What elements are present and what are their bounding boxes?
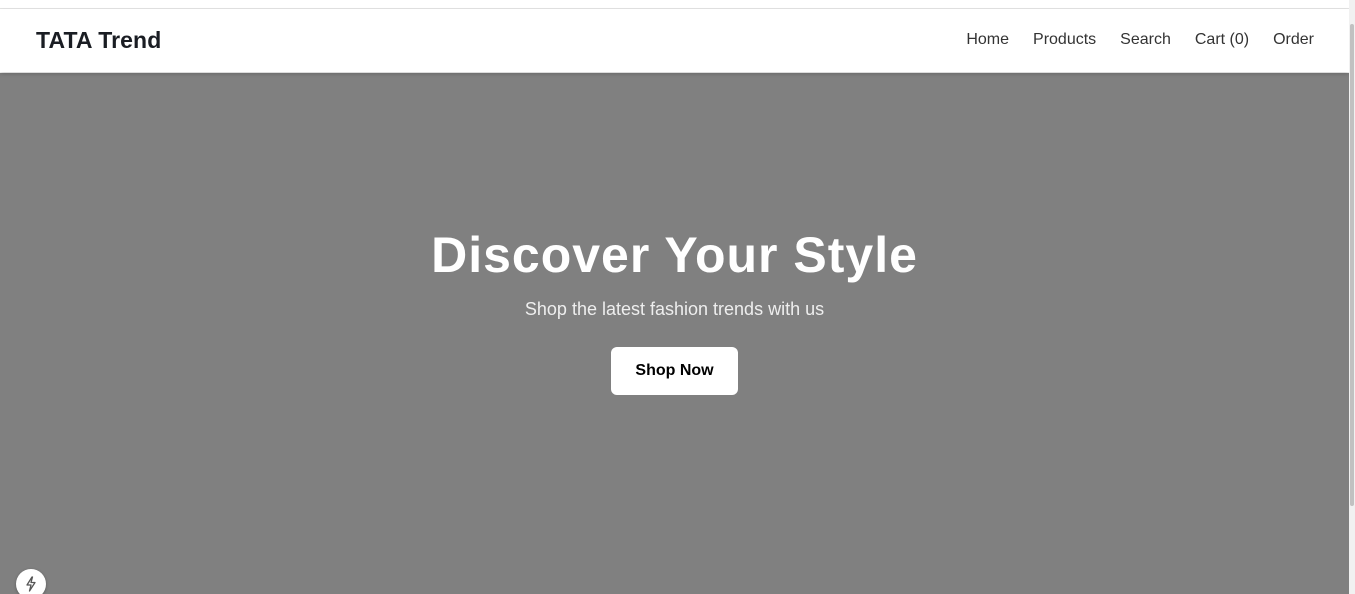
brand-logo-link[interactable]: TATA Trend bbox=[36, 27, 161, 54]
scrollbar-thumb[interactable] bbox=[1350, 24, 1354, 506]
nav-link-cart[interactable]: Cart (0) bbox=[1195, 31, 1249, 49]
nav-link-home[interactable]: Home bbox=[966, 31, 1009, 49]
navbar: TATA Trend Home Products Search Cart (0)… bbox=[0, 9, 1349, 72]
page: TATA Trend Home Products Search Cart (0)… bbox=[0, 0, 1355, 594]
lightning-icon bbox=[24, 569, 38, 594]
dev-tools-badge[interactable] bbox=[16, 569, 46, 594]
shop-now-button[interactable]: Shop Now bbox=[611, 347, 738, 395]
browser-top-strip bbox=[0, 0, 1349, 9]
vertical-scrollbar[interactable] bbox=[1349, 0, 1355, 594]
hero-section: Discover Your Style Shop the latest fash… bbox=[0, 73, 1349, 594]
nav-link-order[interactable]: Order bbox=[1273, 31, 1314, 49]
nav-links: Home Products Search Cart (0) Order bbox=[966, 31, 1314, 49]
nav-link-search[interactable]: Search bbox=[1120, 31, 1171, 49]
hero-title: Discover Your Style bbox=[431, 227, 918, 283]
nav-link-products[interactable]: Products bbox=[1033, 31, 1096, 49]
hero-subtitle: Shop the latest fashion trends with us bbox=[524, 299, 825, 319]
